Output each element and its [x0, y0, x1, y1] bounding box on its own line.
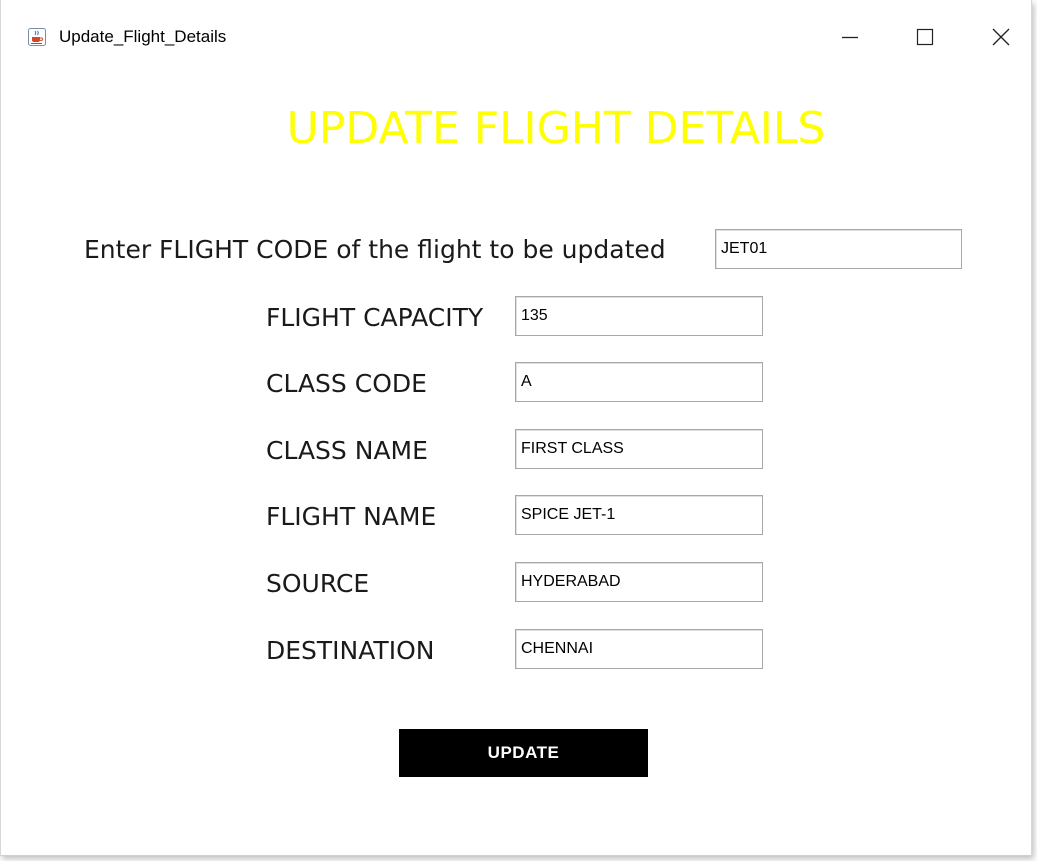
maximize-icon	[916, 28, 934, 46]
flight-capacity-input[interactable]	[515, 296, 763, 336]
class-code-input[interactable]	[515, 362, 763, 402]
class-code-label: CLASS CODE	[266, 369, 427, 398]
destination-label: DESTINATION	[266, 636, 435, 665]
class-name-label: CLASS NAME	[266, 436, 428, 465]
source-input[interactable]	[515, 562, 763, 602]
update-button[interactable]: UPDATE	[399, 729, 648, 777]
title-bar[interactable]: Update_Flight_Details	[1, 0, 1031, 78]
minimize-icon	[842, 36, 858, 39]
destination-input[interactable]	[515, 629, 763, 669]
flight-name-label: FLIGHT NAME	[266, 502, 437, 531]
close-button[interactable]	[978, 14, 1024, 60]
flight-capacity-label: FLIGHT CAPACITY	[266, 303, 484, 332]
minimize-button[interactable]	[827, 14, 873, 60]
page-title: UPDATE FLIGHT DETAILS	[286, 103, 826, 154]
maximize-button[interactable]	[902, 14, 948, 60]
update-flight-window: Update_Flight_Details UPDATE FLIGHT DETA…	[0, 0, 1032, 856]
flight-code-label: Enter FLIGHT CODE of the flight to be up…	[84, 235, 666, 264]
close-icon	[992, 28, 1010, 46]
java-cup-icon	[28, 28, 46, 46]
flight-code-input[interactable]	[715, 229, 962, 269]
class-name-input[interactable]	[515, 429, 763, 469]
flight-name-input[interactable]	[515, 495, 763, 535]
source-label: SOURCE	[266, 569, 370, 598]
window-title: Update_Flight_Details	[59, 27, 227, 46]
